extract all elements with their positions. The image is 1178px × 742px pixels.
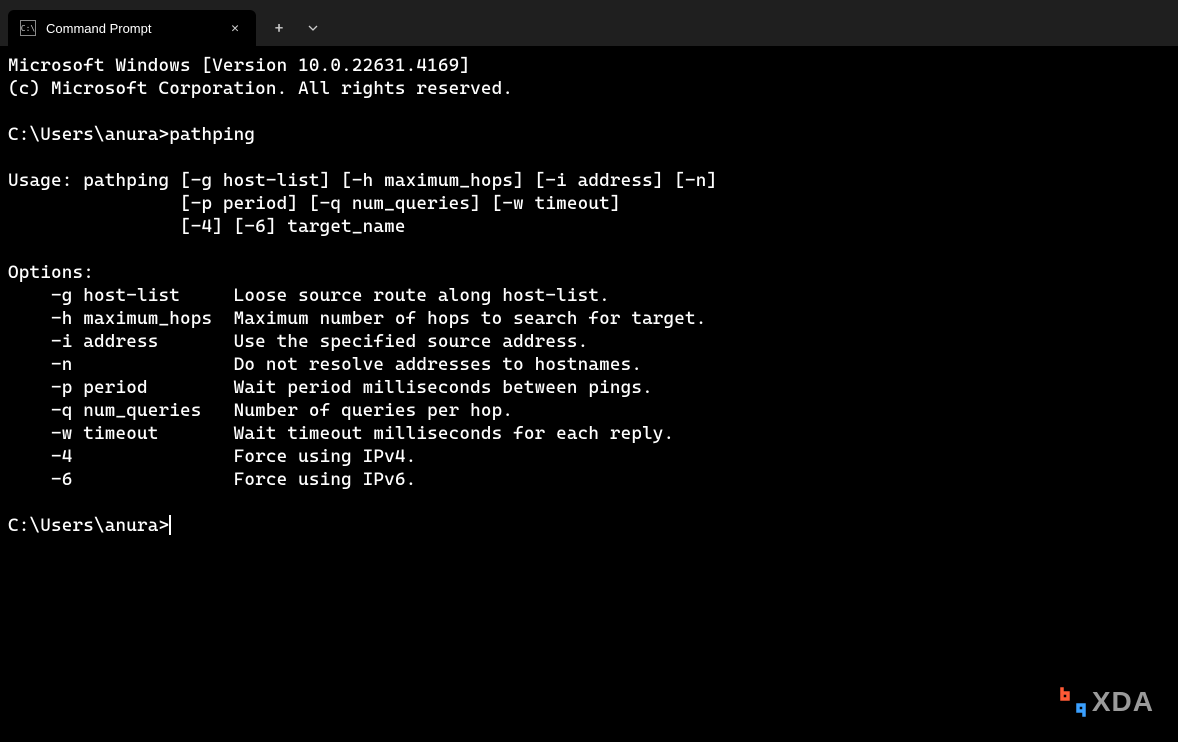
tab-command-prompt[interactable]: C:\ Command Prompt ✕	[8, 10, 256, 46]
titlebar: C:\ Command Prompt ✕ +	[0, 0, 1178, 46]
terminal-prompt: C:\Users\anura>	[8, 515, 169, 536]
close-icon[interactable]: ✕	[226, 19, 244, 37]
chevron-down-icon	[307, 22, 319, 34]
xda-logo-icon	[1060, 687, 1086, 717]
xda-watermark: XDA	[1060, 686, 1154, 718]
tab-actions: +	[256, 10, 330, 46]
tab-title: Command Prompt	[46, 21, 216, 36]
new-tab-button[interactable]: +	[262, 12, 296, 44]
terminal-lines: Microsoft Windows [Version 10.0.22631.41…	[8, 55, 717, 490]
tab-dropdown-button[interactable]	[296, 12, 330, 44]
watermark-text: XDA	[1092, 686, 1154, 718]
cmd-icon: C:\	[20, 20, 36, 36]
cursor	[169, 515, 171, 535]
terminal-output[interactable]: Microsoft Windows [Version 10.0.22631.41…	[0, 46, 1178, 545]
